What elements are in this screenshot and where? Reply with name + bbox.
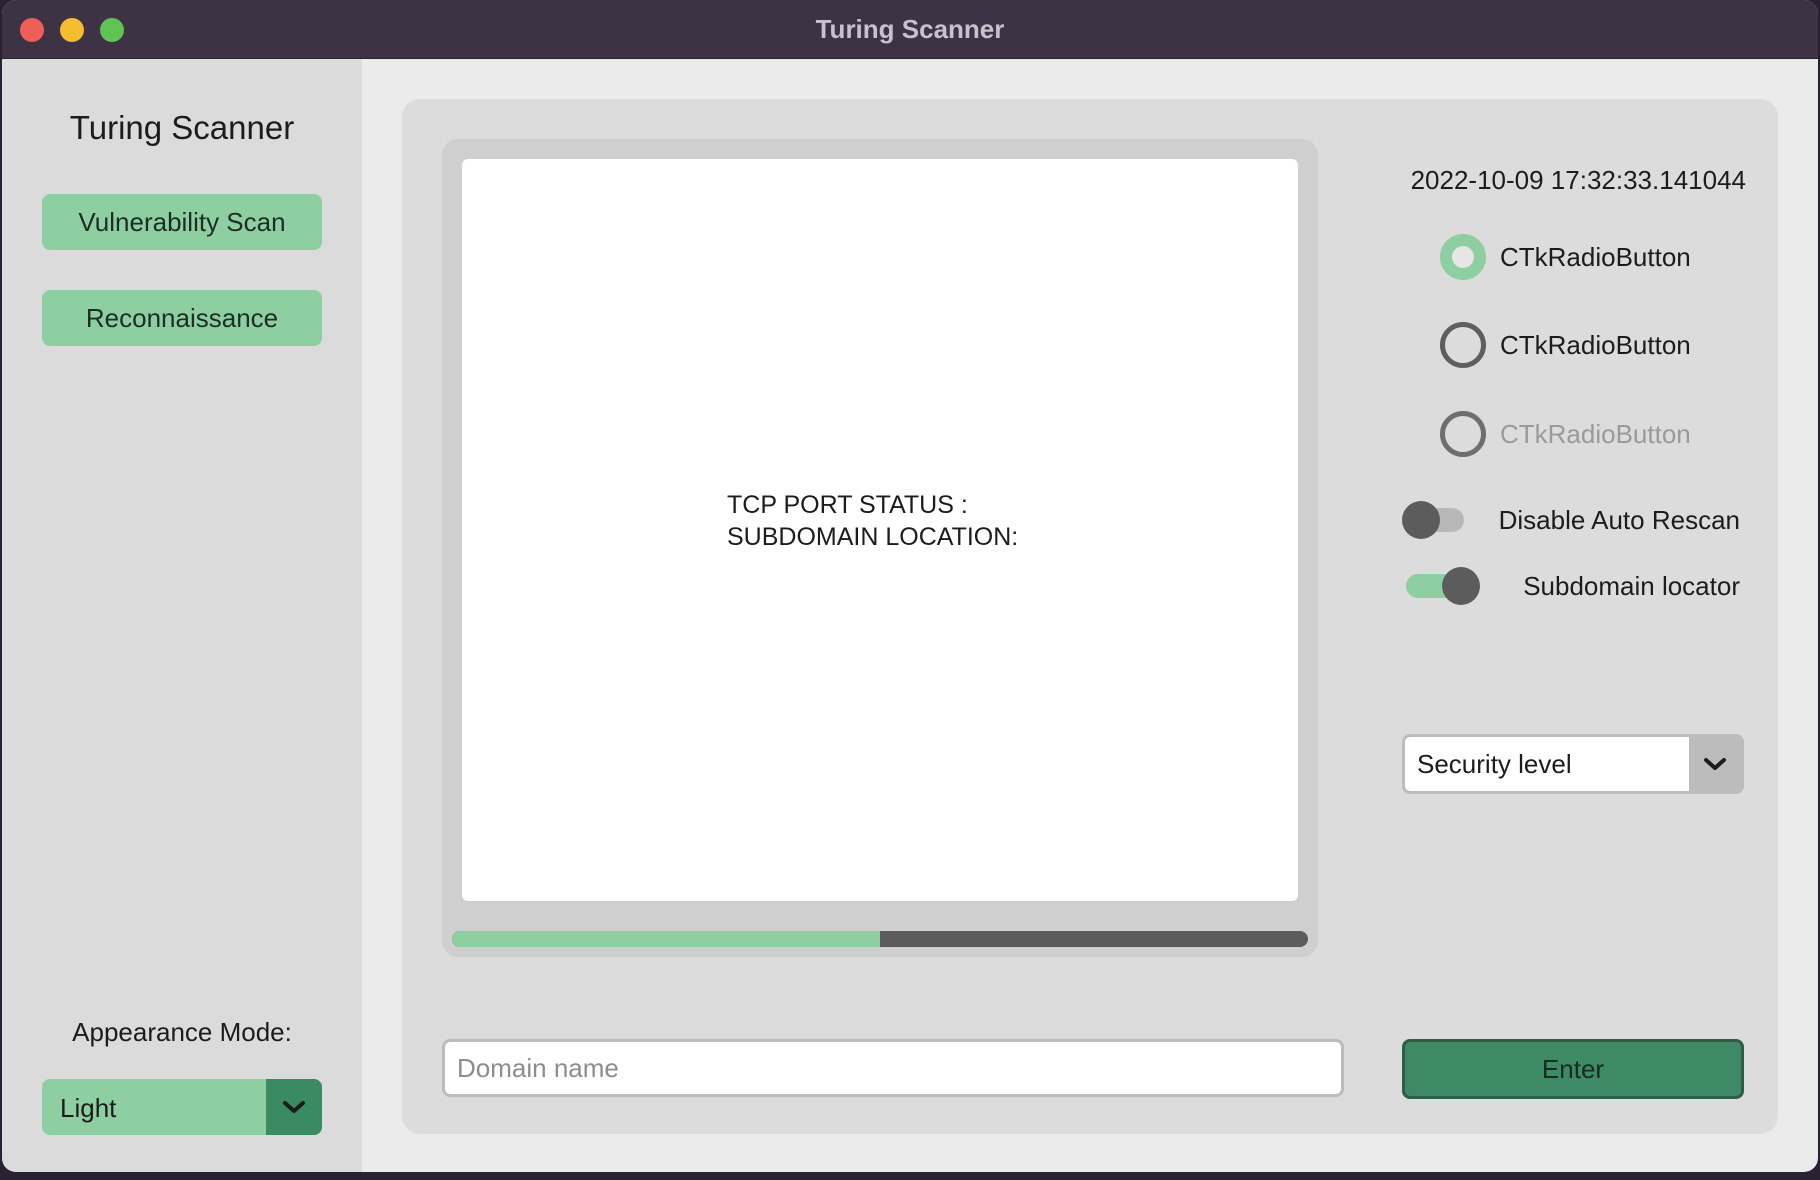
radio-label: CTkRadioButton	[1500, 418, 1691, 449]
appearance-dropdown-button[interactable]	[266, 1079, 322, 1135]
security-dropdown-button[interactable]	[1689, 737, 1741, 791]
radio-button-2[interactable]: CTkRadioButton	[1440, 322, 1691, 368]
radio-label: CTkRadioButton	[1500, 241, 1691, 272]
appearance-mode-value: Light	[60, 1093, 117, 1123]
switch-label: Disable Auto Rescan	[1498, 505, 1740, 535]
disable-auto-rescan-switch[interactable]: Disable Auto Rescan	[1402, 497, 1740, 543]
radio-circle-icon	[1440, 411, 1486, 457]
domain-name-input[interactable]	[442, 1039, 1344, 1097]
scan-progress-fill	[452, 931, 880, 947]
switch-label: Subdomain locator	[1523, 571, 1740, 601]
sidebar: Turing Scanner Vulnerability Scan Reconn…	[2, 59, 362, 1172]
radio-circle-icon	[1440, 234, 1486, 280]
output-text: TCP PORT STATUS : SUBDOMAIN LOCATION:	[727, 491, 1019, 551]
enter-button[interactable]: Enter	[1402, 1039, 1744, 1099]
radio-label: CTkRadioButton	[1500, 329, 1691, 360]
security-level-select[interactable]: Security level	[1402, 734, 1744, 794]
appearance-mode-label: Appearance Mode:	[72, 1017, 292, 1047]
switch-knob	[1442, 567, 1480, 605]
switch-knob	[1402, 501, 1440, 539]
timestamp-label: 2022-10-09 17:32:33.141044	[1410, 165, 1746, 195]
reconnaissance-button[interactable]: Reconnaissance	[42, 290, 322, 346]
radio-button-1[interactable]: CTkRadioButton	[1440, 234, 1691, 280]
scan-progress-bar	[452, 931, 1308, 947]
app-window: Turing Scanner Turing Scanner Vulnerabil…	[2, 0, 1818, 1172]
radio-circle-icon	[1440, 322, 1486, 368]
chevron-down-icon	[1704, 758, 1726, 770]
chevron-down-icon	[283, 1101, 305, 1113]
output-frame: TCP PORT STATUS : SUBDOMAIN LOCATION:	[442, 139, 1318, 957]
output-textbox[interactable]: TCP PORT STATUS : SUBDOMAIN LOCATION:	[462, 159, 1298, 901]
radio-button-3[interactable]: CTkRadioButton	[1440, 411, 1691, 457]
vulnerability-scan-button[interactable]: Vulnerability Scan	[42, 194, 322, 250]
title-bar: Turing Scanner	[2, 0, 1818, 59]
window-title: Turing Scanner	[815, 14, 1005, 44]
security-level-value: Security level	[1417, 749, 1572, 779]
sidebar-title: Turing Scanner	[69, 109, 295, 146]
subdomain-locator-switch[interactable]: Subdomain locator	[1402, 563, 1740, 609]
appearance-mode-select[interactable]: Light	[42, 1079, 322, 1135]
main-frame: TCP PORT STATUS : SUBDOMAIN LOCATION: 20…	[402, 99, 1778, 1134]
